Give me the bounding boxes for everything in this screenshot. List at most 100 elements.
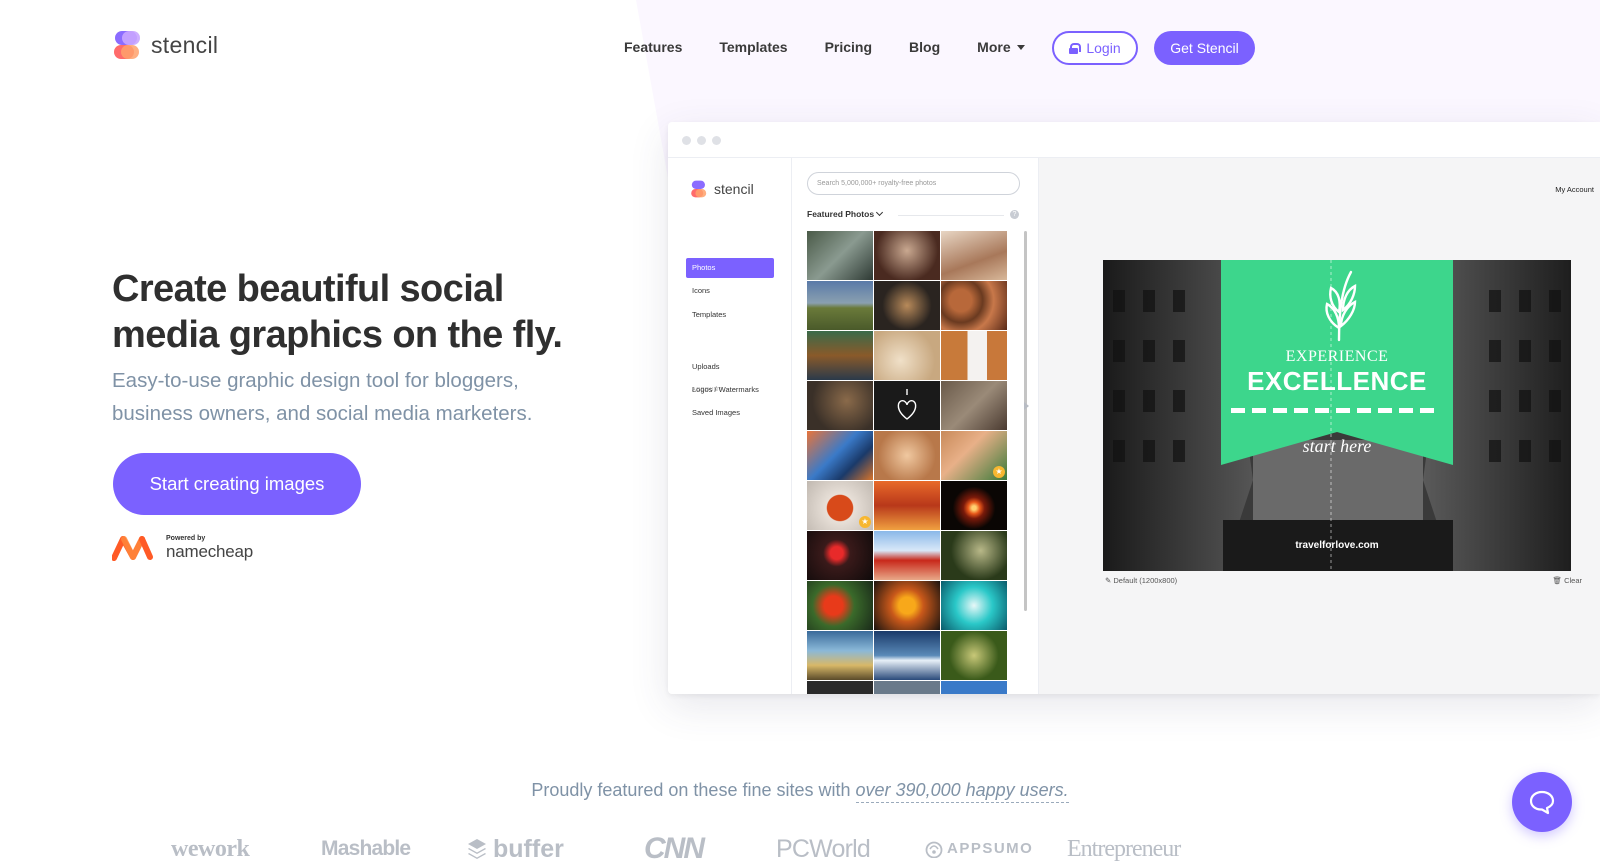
cnn-logo: CNN [644,832,705,863]
photo-thumb[interactable] [941,631,1007,680]
canvas-size-label: Default (1200x800) [1113,576,1178,585]
namecheap-name: namecheap [166,542,254,561]
divider [898,215,1004,216]
pcworld-logo: PCWorld [776,835,871,863]
sidebar-item-templates[interactable]: Templates [686,305,774,325]
star-icon: ★ [993,466,1005,478]
photo-thumb[interactable] [941,531,1007,580]
start-creating-button[interactable]: Start creating images [113,453,361,515]
brand-name: stencil [151,31,219,58]
photo-thumb[interactable] [874,331,940,380]
photo-thumb[interactable] [941,331,1007,380]
photo-thumb[interactable] [874,581,940,630]
photo-thumb[interactable] [807,681,873,694]
appsumo-name: APPSUMO [947,840,1034,857]
nav-templates[interactable]: Templates [719,39,787,55]
appsumo-mark-icon [925,841,943,858]
stencil-logo-icon [691,180,707,198]
photo-thumb[interactable] [874,431,940,480]
window-dot [697,136,706,145]
buffer-logo: buffer [467,834,564,863]
sidebar-item-icons[interactable]: Icons [686,281,774,301]
buffer-stack-icon [468,839,486,859]
clear-canvas-button[interactable]: 🗑 Clear [1552,576,1582,585]
photo-thumb[interactable] [807,581,873,630]
mashable-logo: Mashable [321,837,411,860]
photo-thumb[interactable] [874,281,940,330]
sidebar-item-saved-images[interactable]: Saved Images [686,403,774,423]
photo-thumb[interactable] [807,231,873,280]
photo-thumb[interactable] [941,281,1007,330]
get-stencil-button[interactable]: Get Stencil [1154,31,1255,65]
chat-icon [1529,790,1555,815]
main-nav: Features Templates Pricing Blog More [624,30,1052,64]
login-button[interactable]: Login [1052,31,1138,65]
help-icon[interactable]: ? [1010,210,1019,219]
brand-logo[interactable]: stencil [112,30,218,60]
photo-thumb[interactable] [874,531,940,580]
chevron-down-icon [876,208,884,217]
photo-thumb[interactable] [874,681,940,694]
app-logo-text: stencil [714,181,754,197]
page: stencil Features Templates Pricing Blog … [0,0,1600,863]
photo-thumb[interactable] [807,531,873,580]
photo-thumb[interactable] [941,481,1007,530]
sidebar-item-logos-watermarks[interactable]: Logos / Watermarks [686,380,774,400]
sidebar-item-photos[interactable]: Photos [686,258,774,278]
photo-thumb[interactable] [941,581,1007,630]
hero-subtitle: Easy-to-use graphic design tool for blog… [112,369,533,425]
photo-panel-scrollbar[interactable] [1024,231,1027,611]
my-account-link[interactable]: My Account [1555,185,1594,194]
app-logo[interactable]: stencil [690,180,754,198]
lock-icon [1069,42,1082,54]
entrepreneur-logo: Entrepreneur [1067,836,1181,862]
stencil-logo-icon [114,31,140,59]
trash-icon: 🗑 [1552,576,1562,585]
buffer-name: buffer [493,835,564,863]
photo-thumb[interactable] [807,631,873,680]
photo-thumb[interactable] [941,681,1007,694]
photo-thumb[interactable] [874,381,940,430]
photo-thumb[interactable] [874,481,940,530]
photo-thumb[interactable] [807,381,873,430]
namecheap-badge[interactable]: Powered by namecheap [112,535,253,561]
photo-thumb-heart [897,389,917,420]
featured-photos-label: Featured Photos [807,209,875,219]
design-canvas[interactable]: EXPERIENCE EXCELLENCE start here travelf… [1103,260,1571,571]
featured-intro: Proudly featured on these fine sites wit… [531,780,851,800]
canvas-script: start here [1302,436,1372,456]
featured-text: Proudly featured on these fine sites wit… [0,780,1600,803]
nav-more[interactable]: More [977,39,1025,55]
clear-label: Clear [1564,576,1582,585]
press-logos: wework Mashable buffer CNN PCWorld APPSU… [0,834,1600,863]
nav-pricing[interactable]: Pricing [825,39,872,55]
nav-more-label: More [977,39,1011,55]
featured-photos-dropdown[interactable]: Featured Photos [807,208,884,219]
canvas-size-selector[interactable]: ✎ Default (1200x800) [1105,576,1177,585]
happy-users-link[interactable]: over 390,000 happy users. [855,780,1069,803]
photo-thumb[interactable]: ★ [807,481,873,530]
sidebar-item-uploads[interactable]: Uploads [686,357,774,377]
window-dot [712,136,721,145]
photo-thumb[interactable] [807,431,873,480]
window-titlebar [668,122,1600,158]
design-artwork [1103,260,1571,571]
photo-thumb[interactable]: ★ [941,431,1007,480]
photo-search-input[interactable]: Search 5,000,000+ royalty-free photos [807,172,1020,195]
nav-blog[interactable]: Blog [909,39,940,55]
nav-features[interactable]: Features [624,39,682,55]
photo-thumb[interactable] [874,231,940,280]
appsumo-logo: APPSUMO [925,834,1033,863]
photo-thumb[interactable] [941,381,1007,430]
canvas-line1: EXPERIENCE [1285,348,1389,365]
photo-thumb[interactable] [807,281,873,330]
photo-grid: ★ ★ [807,231,1011,694]
chat-button[interactable] [1512,772,1572,832]
photo-thumb[interactable] [941,231,1007,280]
hero-title: Create beautiful social media graphics o… [112,268,563,356]
wework-logo: wework [171,836,250,862]
photo-thumb[interactable] [874,631,940,680]
design-canvas-area: My Account EXPERIENCE EXCELLENCE start h… [1039,158,1600,694]
photo-thumb[interactable] [807,331,873,380]
collapse-panel-arrow-icon[interactable] [1024,402,1029,410]
